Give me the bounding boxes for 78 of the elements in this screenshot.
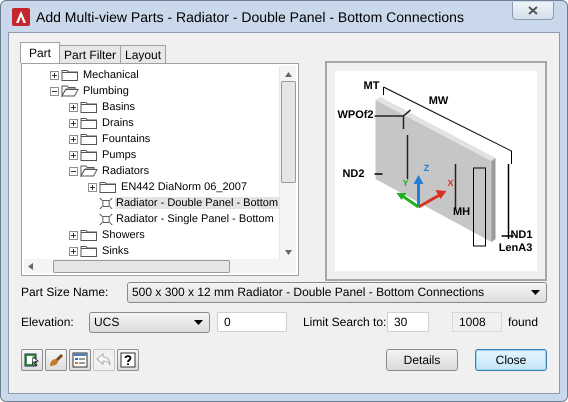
- logo-icon: [12, 8, 30, 26]
- collapse-icon[interactable]: [69, 166, 78, 176]
- open-folder-icon: [61, 84, 79, 98]
- window-title: Add Multi-view Parts - Radiator - Double Panel - Bottom Connections: [36, 8, 465, 24]
- expand-icon[interactable]: [88, 182, 97, 192]
- scroll-up-icon[interactable]: [284, 72, 292, 77]
- expand-icon[interactable]: [69, 246, 78, 256]
- close-icon: [528, 6, 538, 14]
- part-icon: [99, 196, 113, 210]
- tab[interactable]: Part Filter: [59, 45, 122, 63]
- folder-icon: [80, 132, 98, 146]
- tree-item[interactable]: Drains: [101, 117, 135, 129]
- dimension-label: X: [448, 178, 454, 188]
- tool-button[interactable]: [21, 349, 43, 371]
- expand-icon[interactable]: [69, 134, 78, 144]
- folder-icon: [80, 148, 98, 162]
- folder-icon: [80, 244, 98, 258]
- tree-item[interactable]: EN442 DiaNorm 06_2007: [120, 181, 248, 193]
- tree-item[interactable]: Fountains: [101, 133, 152, 145]
- dimension-label: Z: [424, 163, 430, 173]
- collapse-icon[interactable]: [50, 86, 59, 96]
- found-label: found: [508, 315, 538, 329]
- list-icon: [71, 351, 89, 369]
- tree-item[interactable]: Mechanical: [82, 69, 140, 81]
- part-icon: [99, 212, 113, 226]
- tab[interactable]: Part: [20, 42, 60, 63]
- elevation-field[interactable]: 0: [217, 312, 287, 332]
- tab[interactable]: Layout: [120, 45, 166, 63]
- part-size-dropdown[interactable]: 500 x 300 x 12 mm Radiator - Double Panel - Bottom Connections: [127, 282, 547, 302]
- tool-button[interactable]: [45, 349, 67, 371]
- expand-icon[interactable]: [50, 70, 59, 80]
- dialog-button[interactable]: Close: [475, 349, 547, 371]
- dropdown-arrow-icon: [531, 290, 540, 294]
- tree-item[interactable]: Radiators: [101, 165, 150, 177]
- tree-item[interactable]: Radiator - Single Panel - Bottom: [115, 213, 275, 225]
- vertical-scrollbar[interactable]: [279, 66, 296, 259]
- expand-icon[interactable]: [69, 118, 78, 128]
- elevation-dropdown[interactable]: UCS: [89, 312, 210, 332]
- tree-item[interactable]: Showers: [101, 229, 146, 241]
- dimension-label: WPOf2: [338, 109, 374, 121]
- expand-icon[interactable]: [69, 230, 78, 240]
- folder-icon: [80, 228, 98, 242]
- dimension-label: MT: [364, 80, 380, 92]
- tree-item[interactable]: Pumps: [101, 149, 138, 161]
- axes-drawing: [396, 175, 447, 208]
- dimension-label: ND2: [342, 168, 365, 180]
- tree-item[interactable]: Radiator - Double Panel - Bottom: [115, 197, 280, 209]
- dimension-label: MW: [428, 95, 448, 107]
- horizontal-scrollbar[interactable]: [24, 259, 296, 273]
- close-button[interactable]: [512, 2, 554, 20]
- tool-button[interactable]: [117, 349, 139, 371]
- dimension-label: ND1: [510, 229, 533, 241]
- scroll-down-icon[interactable]: [284, 250, 292, 255]
- tree-item[interactable]: Plumbing: [82, 85, 130, 97]
- tree-item[interactable]: Basins: [101, 101, 136, 113]
- part-size-label: Part Size Name:: [21, 285, 110, 299]
- dimension-label: MH: [452, 206, 470, 218]
- dimension-label: LenA3: [498, 242, 532, 254]
- scroll-left-icon[interactable]: [28, 262, 33, 270]
- help-icon: [119, 351, 137, 369]
- folder-icon: [80, 116, 98, 130]
- limit-search-field[interactable]: 30: [387, 312, 429, 332]
- expand-icon[interactable]: [69, 102, 78, 112]
- elevation-label: Elevation:: [21, 315, 75, 329]
- folder-icon: [61, 68, 79, 82]
- tree-item[interactable]: Sinks: [101, 245, 130, 257]
- folder-icon: [80, 100, 98, 114]
- count-field[interactable]: 1008: [452, 312, 502, 332]
- tool-button[interactable]: [69, 349, 91, 371]
- export-icon: [23, 351, 41, 369]
- folder-icon: [99, 180, 117, 194]
- dropdown-arrow-icon: [194, 320, 203, 324]
- limit-search-label: Limit Search to:: [303, 315, 387, 329]
- open-folder-icon: [80, 164, 98, 178]
- brush-icon: [47, 351, 65, 369]
- dimension-label: Y: [402, 178, 409, 188]
- dialog-button[interactable]: Details: [386, 349, 458, 371]
- expand-icon[interactable]: [69, 150, 78, 160]
